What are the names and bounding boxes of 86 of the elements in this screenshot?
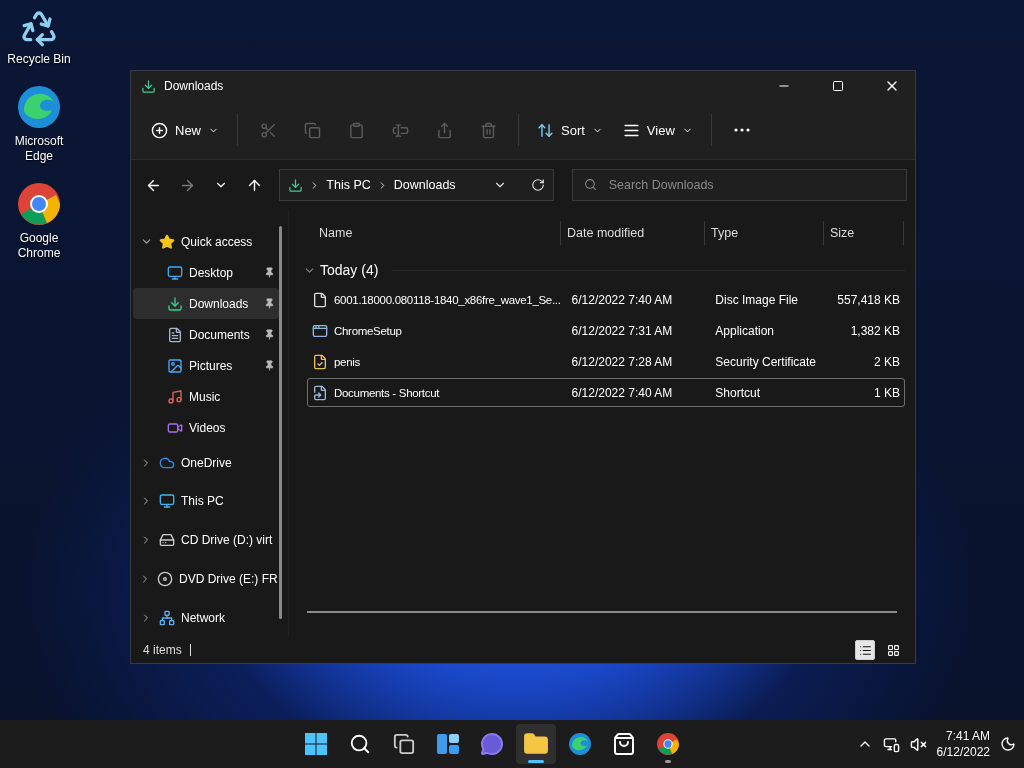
star-icon [159, 233, 175, 250]
column-header[interactable]: Name [303, 221, 561, 245]
desktop-icon [167, 264, 183, 281]
clock-date[interactable]: 6/12/2022 [936, 744, 990, 760]
sidebar-item[interactable]: CD Drive (D:) virt [133, 520, 279, 560]
windows-logo-icon [304, 732, 329, 756]
network-icon [882, 735, 900, 753]
search-icon [583, 178, 597, 191]
sidebar-item[interactable]: Videos [133, 412, 279, 444]
certificate-icon [312, 353, 328, 370]
share-icon [435, 121, 453, 139]
column-header[interactable]: Size [824, 221, 904, 245]
moon-icon [1000, 736, 1016, 752]
status-text: 4 items [143, 643, 182, 657]
list-icon [858, 643, 872, 657]
sidebar-item[interactable]: Downloads [133, 288, 279, 320]
more-icon [733, 128, 750, 132]
clock-time[interactable]: 7:41 AM [945, 728, 990, 744]
file-row[interactable]: Documents - Shortcut 6/12/2022 7:40 AM Shortcut 1 KB [307, 378, 905, 407]
new-button[interactable]: New [143, 113, 227, 147]
edge-logo-icon [16, 83, 62, 130]
group-header[interactable]: Today (4) [303, 256, 905, 284]
sort-button[interactable]: Sort [529, 113, 611, 147]
drive-icon [159, 532, 175, 549]
shortcut-icon [312, 384, 328, 401]
file-row[interactable]: 6001.18000.080118-1840_x86fre_wave1_Se... 6/12/2022 7:40 AM Disc Image File 557,418 KB [307, 285, 905, 314]
column-header[interactable]: Date modified [561, 221, 705, 245]
breadcrumb[interactable]: Downloads [393, 178, 456, 192]
sidebar-item[interactable]: Network [133, 598, 279, 637]
recycle-bin-icon [19, 8, 59, 48]
sort-arrows-icon [537, 121, 554, 139]
pin-icon [264, 360, 275, 372]
music-note-icon [167, 388, 183, 405]
chat-icon [480, 732, 505, 756]
breadcrumb[interactable]: This PC [326, 178, 371, 192]
grid-icon [886, 643, 900, 657]
pin-icon [264, 298, 275, 310]
chrome-logo-icon [16, 180, 62, 227]
download-icon [141, 78, 156, 94]
download-icon [167, 295, 183, 312]
sidebar-item[interactable]: Desktop [133, 257, 279, 289]
file-row[interactable]: ChromeSetup 6/12/2022 7:31 AM Application 1,382 KB [307, 316, 905, 345]
sidebar-item[interactable]: Music [133, 381, 279, 413]
search-icon [349, 733, 372, 755]
details-view-button[interactable] [855, 640, 875, 660]
pin-icon [264, 329, 275, 341]
volume-muted-icon [909, 735, 927, 753]
sidebar-item[interactable]: OneDrive [133, 443, 279, 482]
column-header[interactable]: Type [705, 221, 824, 245]
chrome-logo-icon [656, 732, 681, 756]
refresh-icon [530, 178, 545, 192]
plus-circle-icon [151, 121, 168, 139]
address-bar[interactable]: This PC Downloads [279, 169, 554, 201]
file-row[interactable]: penis 6/12/2022 7:28 AM Security Certificate 2 KB [307, 347, 905, 376]
store-bag-icon [612, 732, 637, 756]
scissors-icon [259, 121, 277, 139]
edge-logo-icon [568, 732, 593, 756]
monitor-icon [159, 493, 175, 510]
network-icon [159, 609, 175, 626]
sidebar-item[interactable]: Documents [133, 319, 279, 351]
view-button[interactable]: View [614, 113, 701, 147]
task-view-icon [393, 733, 416, 755]
clipboard-icon [347, 121, 365, 139]
desktop-icon-label[interactable]: Recycle Bin [4, 52, 74, 68]
rename-icon [391, 121, 409, 139]
sidebar-item[interactable]: Pictures [133, 350, 279, 382]
taskbar-button[interactable] [516, 724, 557, 764]
window-title: Downloads [164, 79, 225, 93]
picture-icon [167, 357, 183, 374]
sidebar-item[interactable]: This PC [133, 481, 279, 521]
file-icon [312, 291, 328, 308]
folder-icon [523, 731, 550, 757]
copy-icon [303, 121, 321, 139]
pin-icon [264, 267, 275, 278]
trash-icon [479, 121, 497, 139]
widgets-icon [436, 733, 461, 755]
sidebar-item[interactable]: Quick access [133, 226, 279, 257]
application-icon [312, 322, 328, 339]
download-icon [288, 177, 304, 193]
disc-icon [157, 570, 173, 587]
desktop-icon-label[interactable]: Microsoft Edge [4, 133, 74, 165]
maximize-icon [832, 80, 844, 92]
document-icon [167, 326, 183, 343]
sidebar-item[interactable]: DVD Drive (E:) FR [133, 559, 279, 599]
desktop-icon-label[interactable]: Google Chrome [4, 230, 74, 262]
search-field[interactable]: Search Downloads [571, 169, 907, 201]
